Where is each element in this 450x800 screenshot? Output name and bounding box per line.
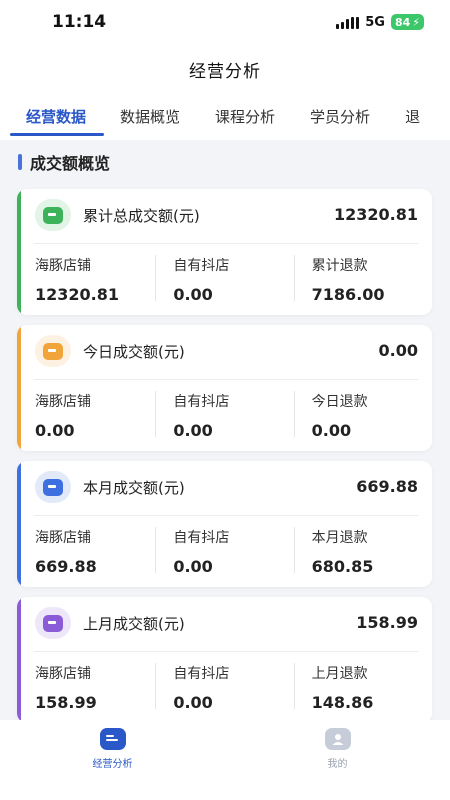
card-total-value: 158.99 <box>356 613 418 632</box>
card-breakdown: 海豚店铺 669.88 自有抖店 0.00 本月退款 680.85 <box>17 523 432 581</box>
breakdown-cell: 上月退款 148.86 <box>293 659 432 717</box>
breakdown-cell: 海豚店铺 158.99 <box>17 659 155 717</box>
bottom-tab-analysis[interactable]: 经营分析 <box>0 720 225 800</box>
breakdown-cell: 海豚店铺 669.88 <box>17 523 155 581</box>
stat-card-this-month[interactable]: 本月成交额(元) 669.88 海豚店铺 669.88 自有抖店 0.00 本月… <box>17 461 432 587</box>
card-breakdown: 海豚店铺 158.99 自有抖店 0.00 上月退款 148.86 <box>17 659 432 717</box>
page-title: 经营分析 <box>189 61 261 82</box>
cell-label: 海豚店铺 <box>35 530 91 546</box>
stat-card-last-month[interactable]: 上月成交额(元) 158.99 海豚店铺 158.99 自有抖店 0.00 上月… <box>17 597 432 723</box>
divider <box>34 379 418 380</box>
cell-value: 0.00 <box>173 421 213 440</box>
bottom-tab-bar: 经营分析 我的 <box>0 720 450 800</box>
cell-label: 自有抖店 <box>173 666 230 682</box>
tab-refund[interactable]: 退 <box>405 94 420 140</box>
cell-label: 海豚店铺 <box>35 666 91 682</box>
cell-label: 累计退款 <box>311 258 368 274</box>
card-breakdown: 海豚店铺 0.00 自有抖店 0.00 今日退款 0.00 <box>17 387 432 445</box>
card-total-value: 669.88 <box>356 477 418 496</box>
breakdown-cell: 累计退款 7186.00 <box>293 251 432 309</box>
breakdown-cell: 海豚店铺 0.00 <box>17 387 155 445</box>
card-breakdown: 海豚店铺 12320.81 自有抖店 0.00 累计退款 7186.00 <box>17 251 432 309</box>
card-header: 今日成交额(元) 0.00 <box>17 325 432 379</box>
divider <box>34 515 418 516</box>
tab-data-overview[interactable]: 数据概览 <box>120 94 180 140</box>
card-total-value: 0.00 <box>378 341 418 360</box>
cell-label: 本月退款 <box>311 530 368 546</box>
divider <box>34 651 418 652</box>
cell-label: 海豚店铺 <box>35 394 91 410</box>
card-title: 累计总成交额(元) <box>83 207 200 225</box>
cell-value: 680.85 <box>311 557 374 576</box>
breakdown-cell: 自有抖店 0.00 <box>155 523 293 581</box>
bottom-tab-label: 我的 <box>327 759 348 770</box>
breakdown-cell: 自有抖店 0.00 <box>155 251 293 309</box>
profile-icon <box>324 728 351 750</box>
network-type: 5G <box>365 14 385 30</box>
tab-student-analysis[interactable]: 学员分析 <box>310 94 370 140</box>
cell-label: 上月退款 <box>311 666 368 682</box>
bottom-tab-label: 经营分析 <box>92 759 133 770</box>
cell-value: 0.00 <box>173 557 213 576</box>
card-title: 今日成交额(元) <box>83 343 185 361</box>
breakdown-cell: 今日退款 0.00 <box>293 387 432 445</box>
wallet-icon <box>35 199 71 231</box>
cell-label: 自有抖店 <box>173 530 230 546</box>
section-marker <box>18 154 22 170</box>
cell-value: 669.88 <box>35 557 97 576</box>
card-title: 本月成交额(元) <box>83 479 185 497</box>
stat-card-today[interactable]: 今日成交额(元) 0.00 海豚店铺 0.00 自有抖店 0.00 今日退款 0… <box>17 325 432 451</box>
card-header: 累计总成交额(元) 12320.81 <box>17 189 432 243</box>
section-title: 成交额概览 <box>30 154 111 173</box>
card-header: 本月成交额(元) 669.88 <box>17 461 432 515</box>
cell-label: 自有抖店 <box>173 258 230 274</box>
card-total-value: 12320.81 <box>333 205 418 224</box>
status-indicators: 5G 84 ⚡ <box>336 14 424 30</box>
breakdown-cell: 自有抖店 0.00 <box>155 659 293 717</box>
tab-business-data[interactable]: 经营数据 <box>9 94 105 140</box>
section-header: 成交额概览 <box>18 150 110 174</box>
bottom-tab-profile[interactable]: 我的 <box>225 720 450 800</box>
navigation-bar: 经营分析 <box>0 44 450 94</box>
cell-value: 7186.00 <box>311 285 385 304</box>
status-time: 11:14 <box>52 12 107 32</box>
card-header: 上月成交额(元) 158.99 <box>17 597 432 651</box>
battery-icon: 84 ⚡ <box>390 14 424 30</box>
cell-value: 0.00 <box>173 693 213 712</box>
cell-label: 今日退款 <box>311 394 368 410</box>
tab-course-analysis[interactable]: 课程分析 <box>215 94 275 140</box>
card-title: 上月成交额(元) <box>83 615 185 633</box>
analysis-icon <box>99 728 126 750</box>
card-icon <box>35 607 71 639</box>
coins-icon <box>35 335 71 367</box>
cell-value: 0.00 <box>35 421 75 440</box>
battery-level: 84 <box>394 15 411 29</box>
breakdown-cell: 本月退款 680.85 <box>293 523 432 581</box>
divider <box>34 243 418 244</box>
card-icon <box>35 471 71 503</box>
breakdown-cell: 海豚店铺 12320.81 <box>17 251 155 309</box>
cell-label: 海豚店铺 <box>35 258 91 274</box>
breakdown-cell: 自有抖店 0.00 <box>155 387 293 445</box>
cell-value: 12320.81 <box>35 285 120 304</box>
cell-label: 自有抖店 <box>173 394 230 410</box>
cell-value: 148.86 <box>311 693 374 712</box>
status-bar: 11:14 5G 84 ⚡ <box>0 0 450 44</box>
tab-bar: 经营数据 数据概览 课程分析 学员分析 退 <box>0 94 450 140</box>
stat-card-total[interactable]: 累计总成交额(元) 12320.81 海豚店铺 12320.81 自有抖店 0.… <box>17 189 432 315</box>
cell-value: 158.99 <box>35 693 97 712</box>
cell-value: 0.00 <box>311 421 352 440</box>
signal-icon <box>336 15 360 29</box>
cell-value: 0.00 <box>173 285 213 304</box>
